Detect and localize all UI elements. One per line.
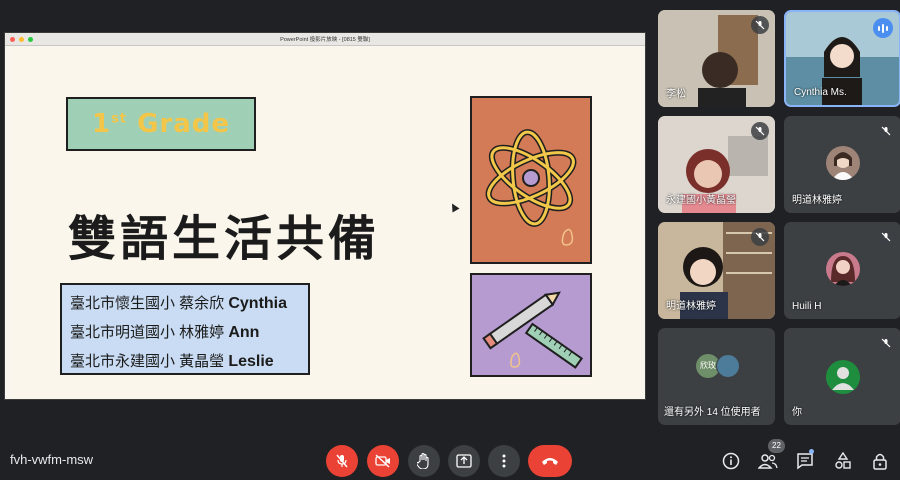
participant-name: 明道林雅婷: [792, 195, 842, 206]
grade-label-box: 1st Grade: [66, 97, 256, 151]
speaking-icon: [873, 18, 893, 38]
atom-illustration: [470, 96, 592, 264]
mic-toggle-button[interactable]: [326, 445, 358, 477]
more-participants-tile[interactable]: 欣玫 還有另外 14 位使用者: [658, 328, 775, 425]
camera-off-icon: [375, 454, 390, 468]
avatar: [825, 146, 860, 180]
mic-off-icon: [877, 228, 895, 246]
mic-off-icon: [751, 122, 769, 140]
activities-icon: [835, 452, 851, 469]
participant-name: Cynthia Ms.: [794, 87, 847, 98]
pencil-icon: [482, 291, 584, 369]
participant-tile-active-speaker[interactable]: Cynthia Ms.: [784, 10, 900, 107]
activities-button[interactable]: [832, 450, 854, 472]
present-icon: [456, 454, 472, 468]
present-button[interactable]: [448, 445, 480, 477]
atom-icon: [485, 129, 577, 246]
meeting-info-button[interactable]: [720, 450, 742, 472]
participant-name: 永建國小黃晶瑩: [666, 195, 736, 206]
slide: 1st Grade 雙語生活共備 臺北市懷生國小 蔡余欣 Cynthia 臺北市…: [10, 47, 641, 399]
mouse-cursor-icon: [448, 201, 460, 213]
presenter-row: 臺北市永建國小 黃晶瑩 Leslie: [70, 353, 274, 370]
avatar: [716, 354, 740, 378]
mic-off-icon: [751, 16, 769, 34]
more-options-button[interactable]: [488, 445, 520, 477]
presentation-titlebar: PowerPoint 投影片放映 - [0815 雙聯]: [5, 33, 645, 46]
presenter-row: 臺北市明道國小 林雅婷 Ann: [70, 324, 260, 341]
participant-name: 李松: [666, 89, 686, 100]
participant-name: Huili H: [792, 301, 822, 312]
participant-tile[interactable]: 明道林雅婷: [658, 222, 775, 319]
participant-tile[interactable]: 明道林雅婷: [784, 116, 900, 213]
mic-off-icon: [877, 334, 895, 352]
meeting-code: fvh-vwfm-msw: [10, 452, 94, 467]
self-tile[interactable]: 你: [784, 328, 900, 425]
end-call-icon: [542, 458, 558, 465]
host-controls-icon: [873, 453, 887, 470]
raise-hand-button[interactable]: [408, 445, 440, 477]
meet-window: PowerPoint 投影片放映 - [0815 雙聯] 1st Grade 雙…: [0, 0, 900, 480]
avatar: [825, 252, 860, 286]
host-controls-button[interactable]: [869, 450, 891, 472]
more-icon: [502, 454, 506, 468]
chat-notification-dot: [809, 449, 814, 454]
mic-off-icon: [751, 228, 769, 246]
info-icon: [722, 452, 740, 470]
presenter-row: 臺北市懷生國小 蔡余欣 Cynthia: [70, 295, 288, 312]
presenter-names: 臺北市懷生國小 蔡余欣 Cynthia 臺北市明道國小 林雅婷 Ann 臺北市永…: [60, 283, 310, 375]
avatar: [825, 360, 860, 394]
shared-screen: PowerPoint 投影片放映 - [0815 雙聯] 1st Grade 雙…: [4, 32, 646, 400]
participant-name: 你: [792, 407, 802, 418]
presentation-window-title: PowerPoint 投影片放映 - [0815 雙聯]: [280, 37, 370, 43]
participant-tile[interactable]: 李松: [658, 10, 775, 107]
participant-name: 明道林雅婷: [666, 301, 716, 312]
people-icon: [758, 454, 778, 469]
grade-label: 1st Grade: [91, 109, 231, 139]
participant-tile[interactable]: 永建國小黃晶瑩: [658, 116, 775, 213]
more-participants-label: 還有另外 14 位使用者: [664, 407, 761, 418]
people-button[interactable]: [757, 450, 779, 472]
raise-hand-icon: [417, 453, 429, 469]
people-count-badge: 22: [768, 439, 785, 453]
mic-off-icon: [336, 454, 348, 468]
chat-icon: [797, 453, 813, 470]
participant-tile[interactable]: Huili H: [784, 222, 900, 319]
slide-title: 雙語生活共備: [68, 211, 381, 267]
mic-off-icon: [877, 122, 895, 140]
end-call-button[interactable]: [528, 445, 572, 477]
pencil-ruler-illustration: [470, 273, 592, 377]
camera-toggle-button[interactable]: [367, 445, 399, 477]
